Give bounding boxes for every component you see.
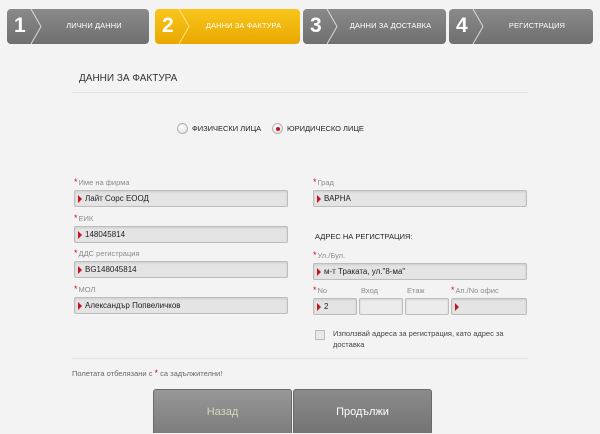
step-number: 4 [456, 14, 468, 37]
step-personal-data[interactable]: 1 Лични данни [7, 9, 149, 44]
use-registration-address-label: Използвай адреса за регистрация, като ад… [333, 329, 504, 349]
step-delivery-data[interactable]: 3 Данни за доставка [303, 9, 446, 44]
mol-input[interactable]: Александър Попвеличков [74, 297, 288, 314]
required-asterisk: * [74, 248, 78, 258]
chevron-right-icon [30, 9, 42, 44]
step-label: Данни за доставка [349, 21, 432, 30]
chevron-right-icon [178, 9, 190, 44]
required-asterisk: * [74, 213, 78, 223]
checkout-steps: 1 Лични данни 2 Данни за фактура 3 Данни… [7, 9, 593, 44]
required-marker-icon [317, 268, 321, 276]
company-name-input[interactable]: Лайт Сорс ЕООД [74, 190, 288, 207]
required-fields-note: Полетата отбелязани с * са задължителни! [72, 368, 223, 378]
no-input[interactable]: 2 [313, 298, 357, 315]
required-asterisk: * [313, 177, 317, 187]
chevron-right-icon [326, 9, 338, 44]
step-registration[interactable]: 4 Регистрация [449, 9, 593, 44]
floor-label: Етаж [407, 286, 425, 295]
city-input[interactable]: ВАРНА [313, 190, 527, 207]
step-number: 1 [14, 14, 26, 37]
back-button[interactable]: Назад [153, 389, 292, 433]
chevron-right-icon [472, 9, 484, 44]
city-label: *Град [313, 177, 334, 187]
vat-label: *ДДС регистрация [74, 248, 140, 258]
required-asterisk: * [313, 285, 317, 295]
mol-label: *МОЛ [74, 284, 96, 294]
apt-label: *Ап./No офис [451, 285, 499, 295]
radio-label: ЮРИДИЧЕСКО ЛИЦЕ [287, 124, 364, 133]
required-asterisk: * [451, 285, 455, 295]
eik-label: *ЕИК [74, 213, 94, 223]
divider [72, 92, 528, 93]
step-label: Лични данни [66, 21, 122, 30]
registration-address-heading: АДРЕС НА РЕГИСТРАЦИЯ: [315, 232, 413, 241]
eik-input[interactable]: 148045814 [74, 226, 288, 243]
radio-label: ФИЗИЧЕСКИ ЛИЦА [192, 124, 262, 133]
step-label: Данни за фактура [205, 21, 282, 30]
required-marker-icon [317, 195, 321, 203]
required-asterisk: * [313, 250, 317, 260]
no-label: *No [313, 285, 328, 295]
entrance-label: Вход [361, 286, 378, 295]
floor-input[interactable] [405, 298, 449, 315]
entrance-input[interactable] [359, 298, 403, 315]
step-label: Регистрация [508, 21, 566, 30]
step-number: 3 [310, 14, 322, 37]
radio-circle[interactable] [177, 123, 188, 134]
apt-input[interactable] [451, 298, 527, 315]
step-number: 2 [162, 14, 174, 37]
required-marker-icon [78, 231, 82, 239]
company-name-label: *Име на фирма [74, 177, 130, 187]
page-title: ДАННИ ЗА ФАКТУРА [79, 73, 178, 84]
required-marker-icon [78, 302, 82, 310]
street-label: *Ул./Бул. [313, 250, 346, 260]
step-invoice-data[interactable]: 2 Данни за фактура [155, 9, 300, 44]
required-marker-icon [455, 303, 459, 311]
divider [72, 358, 528, 359]
radio-circle[interactable] [272, 123, 283, 134]
required-marker-icon [78, 266, 82, 274]
required-asterisk: * [74, 177, 78, 187]
street-input[interactable]: м-т Траката, ул."8-ма" [313, 263, 527, 280]
required-asterisk: * [74, 284, 78, 294]
continue-button[interactable]: Продължи [293, 389, 432, 433]
required-marker-icon [78, 195, 82, 203]
use-registration-address-checkbox[interactable] [315, 330, 325, 340]
required-marker-icon [317, 303, 321, 311]
vat-input[interactable]: BG148045814 [74, 261, 288, 278]
